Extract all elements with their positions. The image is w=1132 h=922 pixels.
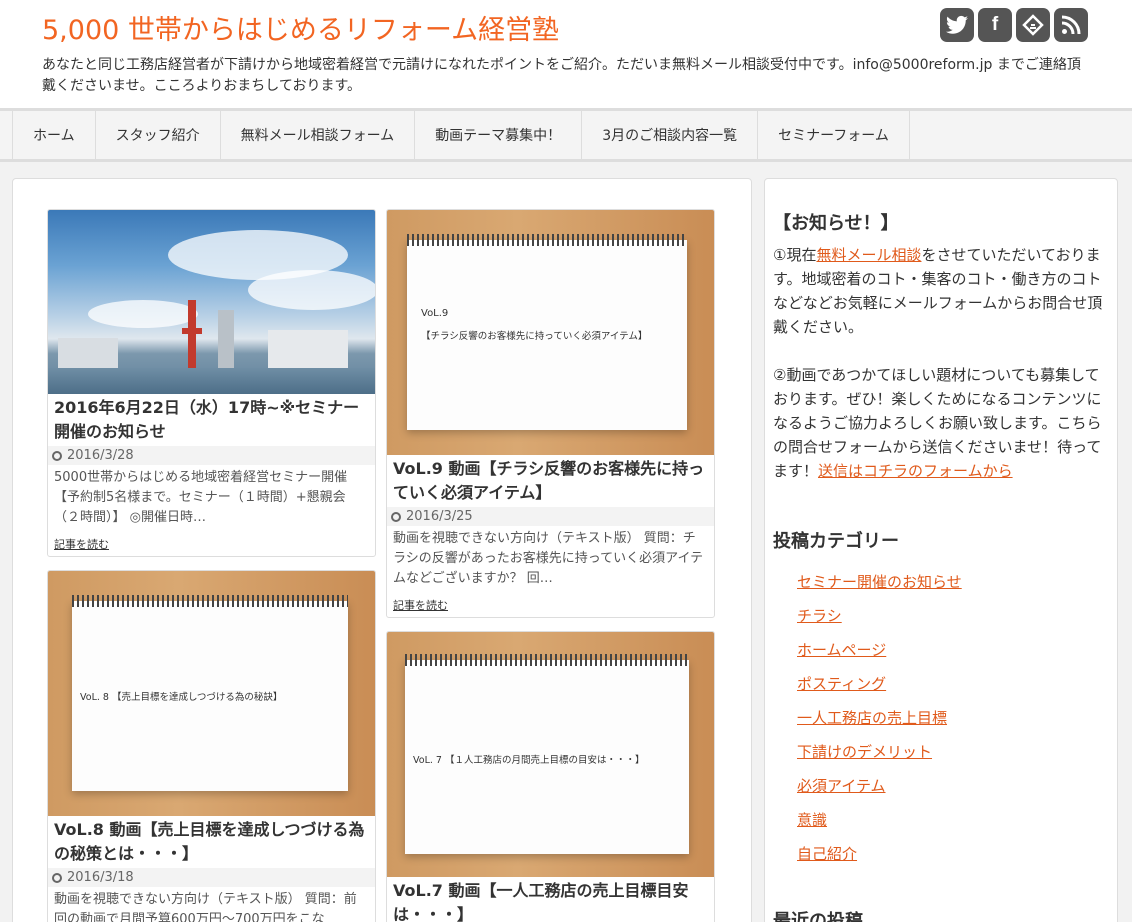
category-item: ポスティング (773, 667, 1113, 701)
category-item: セミナー開催のお知らせ (773, 565, 1113, 599)
facebook-icon[interactable]: f (978, 8, 1012, 42)
category-link[interactable]: 必須アイテム (797, 777, 886, 795)
category-link[interactable]: 一人工務店の売上目標 (797, 709, 947, 727)
post-thumbnail[interactable]: VoL. 7 【１人工務店の月間売上目標の目安は・・・】 (387, 632, 714, 877)
category-link[interactable]: 下請けのデメリット (797, 743, 932, 761)
nav-item-home[interactable]: ホーム (13, 111, 96, 159)
post-card: 2016年6月22日（水）17時~※セミナー開催のお知らせ 2016/3/28 … (47, 209, 376, 557)
main-navigation: ホーム スタッフ紹介 無料メール相談フォーム 動画テーマ募集中！ 3月のご相談内… (0, 108, 1132, 162)
category-item: 自己紹介 (773, 837, 1113, 871)
category-title: 投稿カテゴリー (773, 531, 899, 552)
site-title[interactable]: 5,000 世帯からはじめるリフォーム経営塾 (42, 8, 559, 47)
clock-icon (52, 872, 62, 883)
thumb-caption: VoL. 7 【１人工務店の月間売上目標の目安は・・・】 (413, 755, 645, 766)
category-link[interactable]: ポスティング (797, 675, 886, 693)
social-links: f (940, 8, 1088, 42)
sidebar: 【お知らせ！】 ①現在無料メール相談をさせていただいております。地域密着のコト・… (764, 178, 1118, 922)
read-more-link[interactable]: 記事を読む (48, 528, 375, 556)
post-thumbnail[interactable]: VoL. 8 【売上目標を達成しつづける為の秘訣】 (48, 571, 375, 816)
category-item: チラシ (773, 599, 1113, 633)
nav-item-mail-consult[interactable]: 無料メール相談フォーム (221, 111, 416, 159)
post-thumbnail[interactable]: VoL.9 【チラシ反響のお客様先に持っていく必須アイテム】 (387, 210, 714, 455)
post-date: 2016/3/28 (48, 446, 375, 465)
notice-paragraph-1: ①現在無料メール相談をさせていただいております。地域密着のコト・集客のコト・働き… (773, 243, 1113, 339)
site-header: 5,000 世帯からはじめるリフォーム経営塾 あなたと同じ工務店経営者が下請けか… (0, 0, 1132, 108)
notice-text: ①現在 (773, 246, 817, 264)
category-item: 下請けのデメリット (773, 735, 1113, 769)
post-card: VoL. 7 【１人工務店の月間売上目標の目安は・・・】 VoL.7 動画【一人… (386, 631, 715, 922)
post-title[interactable]: 2016年6月22日（水）17時~※セミナー開催のお知らせ (48, 394, 375, 444)
post-card: VoL.9 【チラシ反響のお客様先に持っていく必須アイテム】 VoL.9 動画【… (386, 209, 715, 618)
post-card: VoL. 8 【売上目標を達成しつづける為の秘訣】 VoL.8 動画【売上目標を… (47, 570, 376, 922)
recent-posts-title: 最近の投稿 (773, 911, 863, 922)
category-link[interactable]: セミナー開催のお知らせ (797, 573, 962, 591)
post-excerpt: 動画を視聴できない方向け（テキスト版） 質問：前回の動画で月間予算600万円～7… (54, 892, 357, 922)
thumb-caption: VoL. 8 【売上目標を達成しつづける為の秘訣】 (80, 692, 283, 703)
post-thumbnail[interactable] (48, 210, 375, 394)
nav-item-video-theme[interactable]: 動画テーマ募集中！ (415, 111, 583, 159)
category-link[interactable]: 自己紹介 (797, 845, 857, 863)
twitter-icon[interactable] (940, 8, 974, 42)
post-excerpt: 5000世帯からはじめる地域密着経営セミナー開催【予約制5名様まで。セミナー（１… (54, 470, 348, 525)
post-date: 2016/3/25 (387, 507, 714, 526)
category-link[interactable]: 意識 (797, 811, 827, 829)
category-item: 一人工務店の売上目標 (773, 701, 1113, 735)
category-item: 必須アイテム (773, 769, 1113, 803)
feedly-icon[interactable] (1016, 8, 1050, 42)
rss-icon[interactable] (1054, 8, 1088, 42)
post-title[interactable]: VoL.9 動画【チラシ反響のお客様先に持っていく必須アイテム】 (387, 455, 714, 505)
clock-icon (52, 450, 62, 461)
thumb-caption: VoL.9 (421, 308, 449, 319)
read-more-link[interactable]: 記事を読む (387, 589, 714, 617)
category-list: セミナー開催のお知らせ チラシ ホームページ ポスティング 一人工務店の売上目標… (773, 565, 1113, 871)
category-link[interactable]: ホームページ (797, 641, 886, 659)
post-date-text: 2016/3/18 (67, 870, 134, 885)
post-date: 2016/3/18 (48, 868, 375, 887)
category-item: ホームページ (773, 633, 1113, 667)
post-excerpt: 動画を視聴できない方向け（テキスト版） 質問：チラシの反響があったお客様先に持っ… (393, 531, 704, 586)
post-date-text: 2016/3/28 (67, 448, 134, 463)
category-link[interactable]: チラシ (797, 607, 842, 625)
category-item: 意識 (773, 803, 1113, 837)
notice-title: 【お知らせ！】 (773, 213, 899, 234)
nav-item-seminar-form[interactable]: セミナーフォーム (758, 111, 910, 159)
post-title[interactable]: VoL.7 動画【一人工務店の売上目標目安は・・・】 (387, 877, 714, 922)
thumb-caption: 【チラシ反響のお客様先に持っていく必須アイテム】 (421, 331, 648, 342)
send-form-link[interactable]: 送信はコチラのフォームから (818, 462, 1013, 480)
post-list: 2016年6月22日（水）17時~※セミナー開催のお知らせ 2016/3/28 … (12, 178, 752, 922)
post-date-text: 2016/3/25 (406, 509, 473, 524)
notice-paragraph-2: ②動画であつかてほしい題材についても募集しております。ぜひ！楽しくためになるコン… (773, 363, 1113, 483)
free-mail-consult-link[interactable]: 無料メール相談 (816, 246, 921, 264)
nav-item-march-consults[interactable]: 3月のご相談内容一覧 (582, 111, 759, 159)
clock-icon (391, 511, 401, 522)
post-title[interactable]: VoL.8 動画【売上目標を達成しつづける為の秘策とは・・・】 (48, 816, 375, 866)
site-description: あなたと同じ工務店経営者が下請けから地域密着経営で元請けになれたポイントをご紹介… (42, 57, 1081, 94)
nav-item-staff[interactable]: スタッフ紹介 (96, 111, 221, 159)
